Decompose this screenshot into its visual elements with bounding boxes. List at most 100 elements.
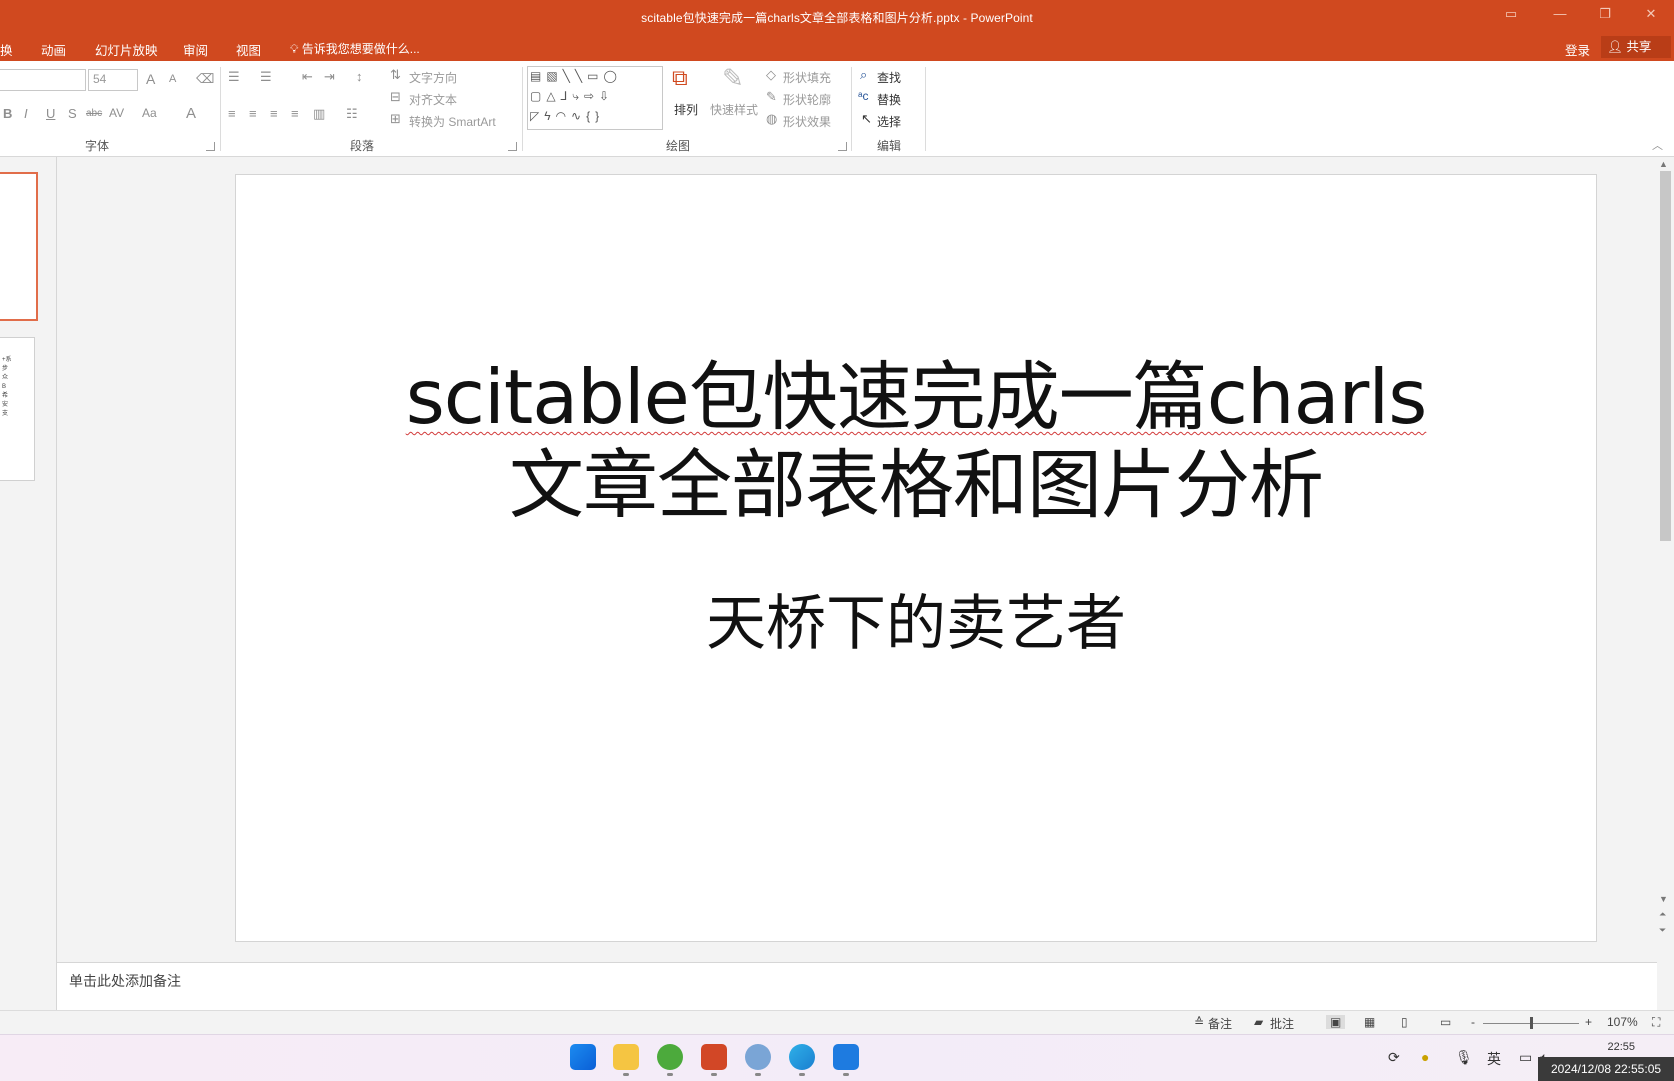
find-icon: ⌕ bbox=[860, 67, 868, 82]
shapes-gallery[interactable]: ▤▧╲╲▭◯ ▢△⅃⤷⇨⇩ ◸ϟ◠∿{} bbox=[527, 66, 663, 130]
paragraph-launcher-icon[interactable] bbox=[508, 142, 517, 151]
next-slide-icon[interactable]: ⏷ bbox=[1659, 925, 1666, 936]
align-right-icon[interactable]: ≡ bbox=[270, 106, 278, 121]
sync-icon[interactable]: ⟳ bbox=[1388, 1049, 1400, 1066]
slideshow-view-icon[interactable]: ▭ bbox=[1440, 1015, 1451, 1029]
tab-animations[interactable]: 动画 bbox=[41, 40, 66, 59]
fit-slide-icon[interactable]: ⛶ bbox=[1652, 1015, 1660, 1030]
edge-icon[interactable] bbox=[789, 1044, 815, 1070]
ime-indicator[interactable]: 英 bbox=[1487, 1049, 1501, 1069]
quick-styles-button[interactable]: 快速样式 bbox=[710, 101, 758, 118]
ribbon: 54 A A ⌫ B I U S abc AV Aa A 字体 ☰ ☰ ⇤ ⇥ … bbox=[0, 61, 1674, 157]
zoom-out-button[interactable]: - bbox=[1471, 1015, 1475, 1029]
zoom-level[interactable]: 107% bbox=[1607, 1015, 1638, 1029]
r-icon[interactable] bbox=[745, 1044, 771, 1070]
columns-icon[interactable]: ☷ bbox=[346, 106, 358, 122]
person-icon: 👤︎ bbox=[1607, 40, 1623, 54]
close-icon[interactable]: ✕ bbox=[1636, 6, 1666, 26]
align-left-icon[interactable]: ≡ bbox=[228, 106, 236, 121]
decrease-indent-icon[interactable]: ⇤ bbox=[302, 69, 313, 85]
windows-start-icon[interactable] bbox=[570, 1044, 596, 1070]
notes-placeholder: 单击此处添加备注 bbox=[69, 973, 181, 989]
font-launcher-icon[interactable] bbox=[206, 142, 215, 151]
clear-format-icon[interactable]: ⌫ bbox=[196, 71, 214, 87]
increase-indent-icon[interactable]: ⇥ bbox=[324, 69, 335, 85]
font-size-box[interactable]: 54 bbox=[88, 69, 138, 91]
underline-button[interactable]: U bbox=[46, 106, 55, 121]
shrink-font-icon[interactable]: A bbox=[169, 73, 176, 85]
char-spacing-button[interactable]: AV bbox=[109, 106, 124, 120]
photos-icon[interactable] bbox=[833, 1044, 859, 1070]
shadow-button[interactable]: S bbox=[68, 106, 77, 121]
grow-font-icon[interactable]: A bbox=[146, 71, 155, 87]
line-spacing-icon[interactable]: ↕ bbox=[356, 69, 363, 84]
clock-time[interactable]: 22:55 bbox=[1575, 1041, 1635, 1053]
editing-group-label: 编辑 bbox=[877, 139, 902, 153]
font-color-button[interactable]: A bbox=[186, 105, 196, 122]
numbering-icon[interactable]: ☰ bbox=[260, 69, 272, 85]
text-direction-button[interactable]: 文字方向 bbox=[409, 69, 457, 86]
convert-smartart-button[interactable]: 转换为 SmartArt bbox=[409, 113, 496, 130]
scroll-down-icon[interactable]: ▼ bbox=[1659, 894, 1668, 904]
tab-view[interactable]: 视图 bbox=[236, 40, 261, 59]
powerpoint-icon[interactable] bbox=[701, 1044, 727, 1070]
comments-button[interactable]: 批注 bbox=[1270, 1015, 1294, 1032]
collapse-ribbon-icon[interactable]: ︿ bbox=[1652, 137, 1663, 153]
align-center-icon[interactable]: ≡ bbox=[249, 106, 257, 121]
scroll-up-icon[interactable]: ▲ bbox=[1659, 159, 1668, 169]
arrange-button[interactable]: 排列 bbox=[674, 101, 698, 118]
signin-link[interactable]: 登录 bbox=[1565, 40, 1590, 59]
tell-me-box[interactable]: 💡︎ 告诉我您想要做什么... bbox=[290, 40, 420, 57]
replace-button[interactable]: 替换 bbox=[877, 91, 901, 108]
normal-view-icon[interactable]: ▣ bbox=[1326, 1015, 1346, 1029]
running-indicator bbox=[799, 1073, 805, 1076]
title-bar: scitable包快速完成一篇charls文章全部表格和图片分析.pptx - … bbox=[0, 0, 1674, 61]
shapes-row-2-icons: ▢△⅃⤷⇨⇩ bbox=[530, 89, 615, 103]
vertical-scrollbar[interactable]: ▲ ▼ ⏶ ⏷ bbox=[1657, 157, 1674, 1010]
notes-toggle-button[interactable]: 备注 bbox=[1208, 1015, 1232, 1032]
file-explorer-icon[interactable] bbox=[613, 1044, 639, 1070]
justify-icon[interactable]: ≡ bbox=[291, 106, 299, 121]
ribbon-display-icon[interactable]: ▭ bbox=[1496, 6, 1526, 26]
select-button[interactable]: 选择 bbox=[877, 113, 901, 130]
drawing-launcher-icon[interactable] bbox=[838, 142, 847, 151]
minimize-icon[interactable]: — bbox=[1545, 6, 1575, 26]
timestamp-overlay: 2024/12/08 22:55:05 bbox=[1538, 1057, 1674, 1081]
slide-sorter-icon[interactable]: ▦ bbox=[1364, 1015, 1375, 1029]
shape-outline-button[interactable]: 形状轮廓 bbox=[783, 91, 831, 108]
shape-fill-button[interactable]: 形状填充 bbox=[783, 69, 831, 86]
bullets-icon[interactable]: ☰ bbox=[228, 69, 240, 85]
restore-icon[interactable]: ❐ bbox=[1590, 6, 1620, 26]
tab-transitions[interactable]: 换 bbox=[0, 40, 13, 59]
title-line-1: scitable包快速完成一篇charls bbox=[405, 353, 1428, 441]
italic-button[interactable]: I bbox=[24, 106, 28, 121]
app-tray-icon[interactable]: ● bbox=[1421, 1049, 1429, 1065]
change-case-button[interactable]: Aa bbox=[142, 106, 157, 120]
reading-view-icon[interactable]: ▯ bbox=[1401, 1015, 1408, 1029]
network-icon[interactable]: ▭ bbox=[1519, 1049, 1532, 1066]
shape-effects-button[interactable]: 形状效果 bbox=[783, 113, 831, 130]
previous-slide-icon[interactable]: ⏶ bbox=[1659, 909, 1666, 920]
slide-canvas[interactable]: scitable包快速完成一篇charls 文章全部表格和图片分析 天桥下的卖艺… bbox=[235, 174, 1597, 942]
slide-title[interactable]: scitable包快速完成一篇charls 文章全部表格和图片分析 bbox=[236, 353, 1596, 529]
notes-pane[interactable]: 单击此处添加备注 bbox=[57, 962, 1657, 1011]
tab-slideshow[interactable]: 幻灯片放映 bbox=[95, 40, 158, 59]
status-bar: ≙ 备注 ▰ 批注 ▣ ▦ ▯ ▭ - + 107% ⛶ bbox=[0, 1010, 1674, 1035]
scroll-thumb[interactable] bbox=[1660, 171, 1671, 541]
running-indicator bbox=[755, 1073, 761, 1076]
strikethrough-button[interactable]: abc bbox=[86, 108, 102, 119]
tab-review[interactable]: 审阅 bbox=[183, 40, 208, 59]
distributed-icon[interactable]: ▥ bbox=[313, 106, 325, 122]
microphone-icon[interactable]: 🎙︎ bbox=[1455, 1049, 1473, 1066]
font-name-box[interactable] bbox=[0, 69, 86, 91]
slide-thumbnail-2[interactable]: +系步众B希安支 bbox=[0, 337, 35, 481]
zoom-slider-thumb[interactable] bbox=[1530, 1017, 1533, 1029]
share-button[interactable]: 👤︎ 共享 bbox=[1601, 36, 1671, 58]
align-text-button[interactable]: 对齐文本 bbox=[409, 91, 457, 108]
slide-thumbnail-1[interactable] bbox=[0, 172, 38, 321]
zoom-in-button[interactable]: + bbox=[1585, 1015, 1592, 1029]
slide-subtitle[interactable]: 天桥下的卖艺者 bbox=[236, 575, 1596, 662]
find-button[interactable]: 查找 bbox=[877, 69, 901, 86]
bold-button[interactable]: B bbox=[3, 106, 12, 121]
edge-legacy-icon[interactable] bbox=[657, 1044, 683, 1070]
